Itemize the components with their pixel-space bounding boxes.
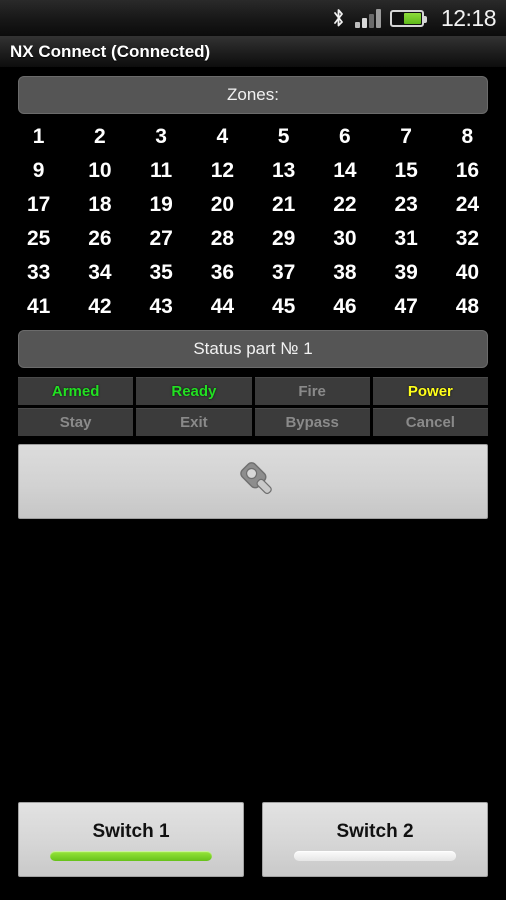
status-bar-clock: 12:18 — [440, 4, 497, 31]
status-cell[interactable]: Ready — [136, 377, 252, 405]
zone-cell[interactable]: 34 — [69, 256, 130, 290]
status-cell[interactable]: Cancel — [372, 408, 488, 436]
signal-icon — [354, 8, 381, 28]
zone-cell[interactable]: 9 — [8, 154, 69, 188]
status-bar-icons: 12:18 — [331, 4, 497, 31]
switch-label: Switch 1 — [92, 820, 170, 842]
zone-cell[interactable]: 36 — [192, 256, 253, 290]
zone-cell[interactable]: 16 — [437, 154, 498, 188]
zone-cell[interactable]: 46 — [314, 290, 375, 324]
battery-icon — [389, 9, 427, 27]
zone-cell[interactable]: 31 — [376, 222, 437, 256]
zone-cell[interactable]: 45 — [253, 290, 314, 324]
status-cell-label: Power — [407, 383, 453, 400]
zone-cell[interactable]: 25 — [8, 222, 69, 256]
zone-cell[interactable]: 30 — [314, 222, 375, 256]
zone-cell[interactable]: 12 — [192, 154, 253, 188]
status-indicator-grid: Armed Ready Fire Power Stay Exit Bypass Cancel — [18, 377, 488, 436]
zone-cell[interactable]: 4 — [192, 120, 253, 154]
status-cell[interactable]: Exit — [136, 408, 252, 436]
zone-cell[interactable]: 38 — [314, 256, 375, 290]
bluetooth-icon — [331, 7, 346, 29]
switch-button[interactable]: Switch 1 — [18, 802, 244, 877]
status-cell[interactable]: Stay — [18, 408, 134, 436]
switch-label: Switch 2 — [336, 820, 414, 842]
status-cell-label: Cancel — [405, 414, 455, 431]
status-cell[interactable]: Power — [372, 377, 488, 405]
zone-cell[interactable]: 44 — [192, 290, 253, 324]
zone-cell[interactable]: 6 — [314, 120, 375, 154]
zones-grid: 1 2 3 4 5 6 7 8 9 10 11 12 13 14 15 16 17 18 19 20 21 22 23 24 2… — [8, 120, 498, 324]
status-cell-label: Armed — [51, 383, 100, 400]
zone-cell[interactable]: 26 — [69, 222, 130, 256]
status-cell[interactable]: Armed — [18, 377, 134, 405]
zone-cell[interactable]: 23 — [376, 188, 437, 222]
zone-cell[interactable]: 35 — [131, 256, 192, 290]
zone-cell[interactable]: 8 — [437, 120, 498, 154]
switch-state-indicator — [294, 851, 456, 861]
app-title: NX Connect (Connected) — [10, 41, 211, 61]
zone-cell[interactable]: 32 — [437, 222, 498, 256]
zone-cell[interactable]: 1 — [8, 120, 69, 154]
switch-row: Switch 1 Switch 2 — [18, 802, 488, 877]
zone-cell[interactable]: 39 — [376, 256, 437, 290]
zone-cell[interactable]: 47 — [376, 290, 437, 324]
zone-cell[interactable]: 10 — [69, 154, 130, 188]
zone-cell[interactable]: 21 — [253, 188, 314, 222]
zone-cell[interactable]: 15 — [376, 154, 437, 188]
status-cell[interactable]: Bypass — [254, 408, 370, 436]
zone-cell[interactable]: 41 — [8, 290, 69, 324]
battery-fill — [403, 12, 421, 24]
zone-cell[interactable]: 24 — [437, 188, 498, 222]
status-cell-label: Bypass — [285, 414, 339, 431]
status-cell-label: Fire — [298, 383, 326, 400]
status-cell[interactable]: Fire — [254, 377, 370, 405]
switch-button[interactable]: Switch 2 — [262, 802, 488, 877]
zone-cell[interactable]: 11 — [131, 154, 192, 188]
key-icon — [228, 457, 278, 507]
phone-screen: 12:18 NX Connect (Connected) Zones: 1234… — [0, 0, 506, 900]
zones-header-bar: Zones: — [18, 76, 488, 114]
zone-cell[interactable]: 27 — [131, 222, 192, 256]
zone-cell[interactable]: 3 — [131, 120, 192, 154]
zone-cell[interactable]: 33 — [8, 256, 69, 290]
zone-cell[interactable]: 14 — [314, 154, 375, 188]
key-button[interactable] — [18, 444, 488, 519]
zone-cell[interactable]: 28 — [192, 222, 253, 256]
zone-cell[interactable]: 42 — [69, 290, 130, 324]
zone-cell[interactable]: 37 — [253, 256, 314, 290]
zone-cell[interactable]: 2 — [69, 120, 130, 154]
status-part-header-bar: Status part № 1 — [18, 330, 488, 368]
zone-cell[interactable]: 29 — [253, 222, 314, 256]
zone-cell[interactable]: 20 — [192, 188, 253, 222]
status-cell-label: Exit — [180, 414, 208, 431]
status-part-label: Status part № 1 — [193, 339, 313, 358]
zone-cell[interactable]: 22 — [314, 188, 375, 222]
zone-cell[interactable]: 48 — [437, 290, 498, 324]
switch-state-indicator — [50, 851, 212, 861]
zone-cell[interactable]: 7 — [376, 120, 437, 154]
app-title-bar: NX Connect (Connected) — [0, 36, 506, 68]
system-status-bar: 12:18 — [0, 0, 506, 36]
zone-cell[interactable]: 18 — [69, 188, 130, 222]
zone-cell[interactable]: 40 — [437, 256, 498, 290]
zone-cell[interactable]: 5 — [253, 120, 314, 154]
zone-cell[interactable]: 19 — [131, 188, 192, 222]
status-cell-label: Stay — [59, 414, 92, 431]
zone-cell[interactable]: 13 — [253, 154, 314, 188]
zone-cell[interactable]: 43 — [131, 290, 192, 324]
zones-header-label: Zones: — [227, 85, 279, 104]
zone-cell[interactable]: 17 — [8, 188, 69, 222]
status-cell-label: Ready — [171, 383, 217, 400]
